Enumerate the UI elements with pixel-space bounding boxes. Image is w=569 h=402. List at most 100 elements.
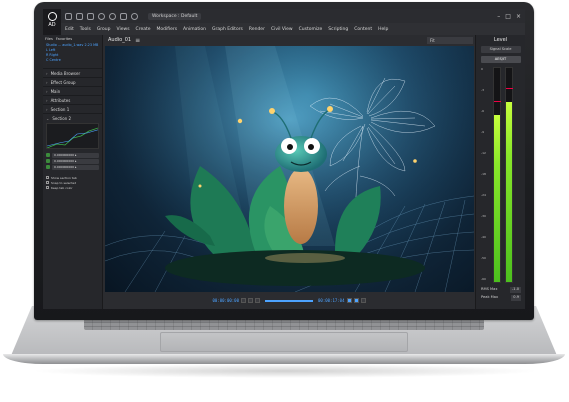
menu-item-views[interactable]: Views: [117, 27, 130, 32]
menu-item-content[interactable]: Content: [354, 27, 372, 32]
param-field[interactable]: 0.000000000 ▸: [52, 152, 99, 158]
section-1[interactable]: › Section 1: [43, 104, 102, 113]
scale-tick-label: -12: [481, 151, 486, 155]
menu-item-graph-editors[interactable]: Graph Editors: [212, 27, 243, 32]
color-swatch[interactable]: [46, 159, 50, 163]
checkbox-row[interactable]: Keep tab color: [46, 185, 99, 190]
menu-item-help[interactable]: Help: [378, 27, 388, 32]
skip-back-icon[interactable]: [241, 298, 246, 303]
undo-icon[interactable]: [98, 12, 105, 20]
menu-item-civil-view[interactable]: Civil View: [271, 27, 293, 32]
chevron-right-icon: ›: [46, 88, 48, 94]
loop-icon[interactable]: [346, 298, 352, 303]
logo-text: AD: [48, 22, 56, 28]
color-swatch[interactable]: [46, 153, 50, 157]
menu-item-create[interactable]: Create: [136, 27, 151, 32]
viewport-zoom-field[interactable]: Fit: [427, 37, 473, 44]
meter-scale: 0 -3 -6 -9 -12 -18 -24 -30 -40 -50 -60: [481, 67, 489, 283]
curve-graph[interactable]: [46, 123, 99, 149]
signal-scale-button[interactable]: Signal Scale: [480, 46, 521, 53]
section-effect-group[interactable]: › Effect Group: [43, 77, 102, 86]
section-label: Attributes: [50, 97, 71, 103]
maximize-icon[interactable]: □: [505, 13, 511, 20]
skip-forward-icon[interactable]: [255, 298, 260, 303]
parameter-list: 0.000000000 ▸ 0.000000000 ▸ 0.000000000 …: [43, 150, 102, 172]
tab-files[interactable]: Files: [45, 37, 53, 41]
chevron-down-icon: ⌄: [46, 115, 50, 121]
section-label: Media Browser: [50, 70, 81, 76]
section-label: Effect Group: [50, 79, 76, 85]
section-2[interactable]: ⌄ Section 2: [43, 113, 102, 122]
chevron-right-icon: ›: [46, 106, 48, 112]
timecode-start: 00:00:00:00: [212, 298, 240, 303]
tree-item[interactable]: C Centre: [46, 58, 99, 63]
peak-marker: [506, 88, 513, 90]
color-swatch[interactable]: [46, 165, 50, 169]
touchpad: [160, 332, 408, 352]
scale-tick-label: -40: [481, 235, 486, 239]
playback-scrubber[interactable]: [265, 299, 313, 302]
option-checkboxes: Show section tab Snap to selected Keep t…: [43, 172, 102, 193]
new-file-icon[interactable]: [65, 12, 72, 20]
param-field[interactable]: 0.000000000 ▸: [52, 164, 99, 170]
app-logo[interactable]: AD: [43, 9, 61, 35]
laptop-screen: AD Workspace : Default – □ × Edit Tools …: [43, 9, 525, 309]
settings-icon[interactable]: [360, 298, 366, 303]
rms-value: -1.0: [509, 287, 521, 293]
section-attributes[interactable]: › Attributes: [43, 95, 102, 104]
menu-item-tools[interactable]: Tools: [80, 27, 91, 32]
panel-title: Level: [493, 37, 508, 43]
chevron-right-icon: ›: [46, 97, 48, 103]
scale-tick-label: -18: [481, 172, 486, 176]
workspace-selector[interactable]: Workspace : Default: [148, 12, 202, 20]
checkbox[interactable]: [46, 186, 49, 189]
save-icon[interactable]: [87, 12, 94, 20]
param-field[interactable]: 0.000000000 ▸: [52, 158, 99, 164]
peak-value: 0.9: [511, 295, 521, 301]
minimize-icon[interactable]: –: [497, 13, 500, 20]
hamburger-menu-icon[interactable]: ≡: [135, 37, 140, 44]
chevron-right-icon: ›: [46, 79, 48, 85]
redo-icon[interactable]: [109, 12, 116, 20]
close-icon[interactable]: ×: [516, 13, 521, 20]
play-icon[interactable]: [248, 298, 253, 303]
aes-it-button[interactable]: AES/IT: [480, 56, 521, 63]
tab-favorites[interactable]: Favorites: [56, 37, 72, 41]
link-icon[interactable]: [120, 12, 127, 20]
viewport-header: Audio_01 ≡: [104, 35, 474, 45]
menu-item-animation[interactable]: Animation: [183, 27, 206, 32]
section-label: Section 1: [50, 106, 70, 112]
scale-tick-label: -50: [481, 256, 486, 260]
open-folder-icon[interactable]: [76, 12, 83, 20]
render-viewport[interactable]: [105, 46, 474, 292]
left-panel: Files Favorites Studio ... audio_1.wav 2…: [43, 35, 103, 309]
menu-item-customize[interactable]: Customize: [299, 27, 323, 32]
menu-item-modifiers[interactable]: Modifiers: [157, 27, 178, 32]
menu-item-edit[interactable]: Edit: [65, 27, 74, 32]
laptop-shadow: [30, 364, 540, 378]
volume-icon[interactable]: [353, 298, 359, 303]
viewport-title: Audio_01: [108, 37, 132, 43]
param-row: 0.000000000 ▸: [46, 164, 99, 170]
menu-item-scripting[interactable]: Scripting: [328, 27, 348, 32]
checkbox[interactable]: [46, 181, 49, 184]
level-meter-panel: Level Signal Scale AES/IT 0 -3 -6 -9 -12 -18 -…: [475, 35, 525, 309]
checkbox-label: Show section tab: [51, 175, 77, 180]
rendered-scene-image: [105, 46, 474, 292]
level-meters: 0 -3 -6 -9 -12 -18 -24 -30 -40 -50 -60: [481, 67, 521, 283]
file-tree: Studio ... audio_1.wav 2.23 MB L Left R …: [43, 42, 102, 64]
scale-tick-label: -24: [481, 193, 486, 197]
section-label: Main: [50, 88, 61, 94]
section-media-browser[interactable]: › Media Browser: [43, 68, 102, 77]
toolbar: Workspace : Default – □ ×: [61, 9, 525, 23]
logo-icon: [47, 12, 57, 21]
menu-item-render[interactable]: Render: [249, 27, 265, 32]
checkbox[interactable]: [46, 176, 49, 179]
window-controls: – □ ×: [497, 13, 525, 20]
settings-icon[interactable]: [131, 12, 138, 20]
menu-item-group[interactable]: Group: [97, 27, 111, 32]
section-main[interactable]: › Main: [43, 86, 102, 95]
peak-marker: [494, 101, 501, 103]
checkbox-label: Snap to selected: [51, 180, 77, 185]
timecode-end: 00:00:17:04: [318, 298, 345, 303]
